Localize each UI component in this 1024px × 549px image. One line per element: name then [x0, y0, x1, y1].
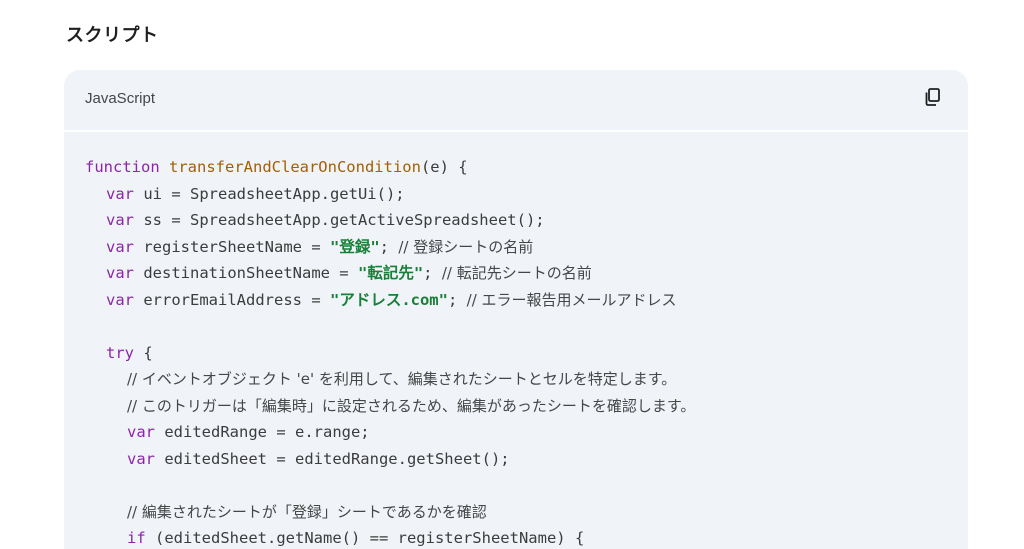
code-comment: // エラー報告用メールアドレス	[466, 290, 677, 309]
code-line: var editedRange = e.range;	[85, 419, 968, 446]
code-line: var errorEmailAddress = "アドレス.com"; // エ…	[85, 287, 968, 314]
language-label: JavaScript	[85, 90, 156, 107]
code-comment: // 登録シートの名前	[398, 237, 534, 256]
code-keyword: var	[127, 423, 155, 441]
code-text: ;	[423, 264, 442, 282]
code-comment: // 編集されたシートが「登録」シートであるかを確認	[127, 502, 487, 521]
code-line: try {	[85, 340, 968, 367]
copy-button[interactable]	[920, 86, 946, 112]
code-body: function transferAndClearOnCondition(e) …	[64, 132, 968, 549]
code-line: var registerSheetName = "登録"; // 登録シートの名…	[85, 234, 968, 261]
code-line: function transferAndClearOnCondition(e) …	[85, 154, 968, 181]
code-line: if (editedSheet.getName() == registerShe…	[85, 525, 968, 549]
code-text: registerSheetName =	[143, 237, 330, 256]
code-keyword: var	[106, 290, 134, 309]
code-line: var ui = SpreadsheetApp.getUi();	[85, 181, 968, 208]
code-text: editedRange = e.range;	[164, 423, 370, 441]
code-block: JavaScript function transferAndClearOnCo…	[64, 70, 968, 549]
code-string: "転記先"	[357, 264, 424, 282]
code-text: (e) {	[420, 158, 468, 176]
code-line: var destinationSheetName = "転記先"; // 転記先…	[85, 260, 968, 287]
code-keyword: try	[106, 343, 134, 362]
code-line: // 編集されたシートが「登録」シートであるかを確認	[85, 499, 968, 526]
section-title: スクリプト	[66, 25, 159, 46]
code-line: // このトリガーは「編集時」に設定されるため、編集があったシートを確認します。	[85, 393, 968, 420]
code-keyword: function	[85, 158, 160, 176]
code-comment: // 転記先シートの名前	[441, 264, 592, 282]
code-keyword: var	[106, 211, 134, 229]
code-text: (editedSheet.getName() == registerSheetN…	[155, 529, 585, 547]
code-text: ;	[379, 237, 399, 256]
code-text: editedSheet = editedRange.getSheet();	[164, 449, 510, 468]
copy-icon	[923, 87, 943, 111]
code-line: var ss = SpreadsheetApp.getActiveSpreads…	[85, 207, 968, 234]
code-comment: // イベントオブジェクト 'e' を利用して、編集されたシートとセルを特定しま…	[127, 370, 677, 388]
code-text: errorEmailAddress =	[143, 290, 330, 309]
code-text: {	[143, 343, 153, 362]
code-line: // イベントオブジェクト 'e' を利用して、編集されたシートとセルを特定しま…	[85, 366, 968, 393]
code-text: ;	[447, 290, 467, 309]
code-text: ui = SpreadsheetApp.getUi();	[143, 184, 405, 203]
code-keyword: var	[106, 264, 134, 282]
code-string: "アドレス.com"	[329, 290, 448, 309]
code-text: destinationSheetName =	[143, 264, 358, 282]
code-string: "登録"	[329, 237, 380, 256]
code-text: ss = SpreadsheetApp.getActiveSpreadsheet…	[143, 211, 545, 229]
code-line: var editedSheet = editedRange.getSheet()…	[85, 446, 968, 473]
code-keyword: var	[106, 237, 134, 256]
code-keyword: var	[127, 449, 155, 468]
code-block-header: JavaScript	[64, 70, 968, 132]
code-function-name: transferAndClearOnCondition	[169, 158, 421, 176]
code-comment: // このトリガーは「編集時」に設定されるため、編集があったシートを確認します。	[127, 396, 696, 415]
code-keyword: if	[127, 529, 146, 547]
code-keyword: var	[106, 184, 134, 203]
